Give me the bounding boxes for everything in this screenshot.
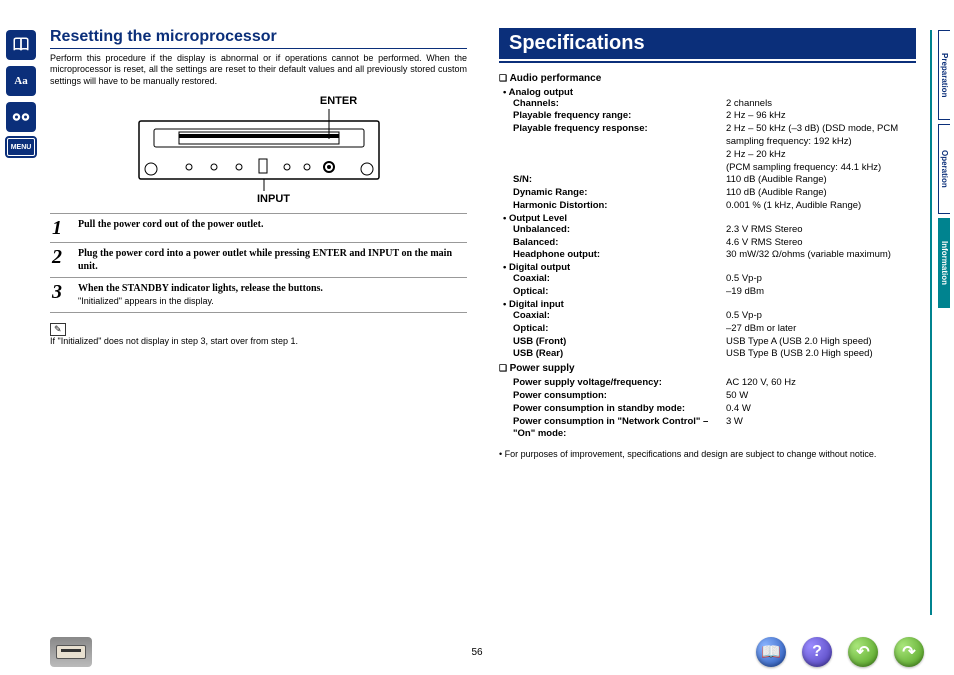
spec-key: Optical: [513, 286, 726, 299]
spec-subhead: Analog output [503, 87, 916, 98]
side-tab-operation[interactable]: Operation [938, 124, 950, 214]
spec-row: Power supply voltage/frequency:AC 120 V,… [513, 377, 916, 390]
spec-key: Optical: [513, 323, 726, 336]
spec-value: USB Type A (USB 2.0 High speed) [726, 336, 916, 349]
spec-value: –19 dBm [726, 286, 916, 299]
spec-key: Power supply voltage/frequency: [513, 377, 726, 390]
spec-key: Power consumption: [513, 390, 726, 403]
step-text-1: Pull the power cord out of the power out… [78, 219, 263, 230]
reset-steps: 1 Pull the power cord out of the power o… [50, 213, 467, 313]
spec-title: Specifications [499, 28, 916, 59]
menu-icon[interactable]: MENU [7, 138, 35, 156]
spec-key: USB (Front) [513, 336, 726, 349]
spec-row: Playable frequency response:2 Hz – 50 kH… [513, 123, 916, 149]
reset-title: Resetting the microprocessor [50, 28, 467, 49]
spec-row: Optical:–19 dBm [513, 286, 916, 299]
step-text-3: When the STANDBY indicator lights, relea… [78, 283, 323, 294]
spec-footnote: For purposes of improvement, specificati… [499, 449, 916, 459]
spec-row: S/N:110 dB (Audible Range) [513, 174, 916, 187]
spec-row: Harmonic Distortion:0.001 % (1 kHz, Audi… [513, 200, 916, 213]
spec-row: Optical:–27 dBm or later [513, 323, 916, 336]
nav-forward-icon[interactable]: ↷ [894, 637, 924, 667]
step-text-2: Plug the power cord into a power outlet … [78, 248, 452, 272]
spec-value: 0.4 W [726, 403, 916, 416]
spec-row: Power consumption in standby mode:0.4 W [513, 403, 916, 416]
spec-value: 110 dB (Audible Range) [726, 187, 916, 200]
spec-body: Audio performanceAnalog outputChannels:2… [499, 73, 916, 442]
spec-row: Playable frequency range:2 Hz – 96 kHz [513, 110, 916, 123]
spec-key: Unbalanced: [513, 224, 726, 237]
spec-value: –27 dBm or later [726, 323, 916, 336]
spec-section-head: Power supply [499, 363, 916, 374]
spec-value: 30 mW/32 Ω/ohms (variable maximum) [726, 249, 916, 262]
side-tab-preparation[interactable]: Preparation [938, 30, 950, 120]
step-num-2: 2 [52, 247, 70, 267]
spec-key: Playable frequency response: [513, 123, 726, 149]
spec-key: Playable frequency range: [513, 110, 726, 123]
spec-value: 0.5 Vp-p [726, 310, 916, 323]
nav-back-icon[interactable]: ↶ [848, 637, 878, 667]
nav-help-icon[interactable]: ? [802, 637, 832, 667]
spec-value: 0.5 Vp-p [726, 273, 916, 286]
contents-icon[interactable] [6, 30, 36, 60]
nav-contents-icon[interactable]: 📖 [756, 637, 786, 667]
spec-value: 2 Hz – 50 kHz (–3 dB) (DSD mode, PCM sam… [726, 123, 916, 149]
spec-row: USB (Rear)USB Type B (USB 2.0 High speed… [513, 348, 916, 361]
step-note-3: "Initialized" appears in the display. [78, 296, 214, 306]
step-num-1: 1 [52, 218, 70, 238]
pencil-icon: ✎ [50, 323, 66, 336]
spec-key: USB (Rear) [513, 348, 726, 361]
side-tabs: Preparation Operation Information [934, 0, 954, 675]
reset-intro: Perform this procedure if the display is… [50, 53, 467, 87]
spec-row: Headphone output:30 mW/32 Ω/ohms (variab… [513, 249, 916, 262]
input-label: INPUT [50, 193, 467, 205]
spec-value-cont: (PCM sampling frequency: 44.1 kHz) [726, 162, 916, 175]
spec-value: 110 dB (Audible Range) [726, 174, 916, 187]
spec-subhead: Digital input [503, 299, 916, 310]
spec-value: 2.3 V RMS Stereo [726, 224, 916, 237]
spec-value: 3 W [726, 416, 916, 442]
spec-key: Power consumption in standby mode: [513, 403, 726, 416]
spec-key: Coaxial: [513, 310, 726, 323]
spec-value: USB Type B (USB 2.0 High speed) [726, 348, 916, 361]
spec-key: S/N: [513, 174, 726, 187]
spec-row: Dynamic Range:110 dB (Audible Range) [513, 187, 916, 200]
spec-key: Dynamic Range: [513, 187, 726, 200]
side-tab-information[interactable]: Information [938, 218, 950, 308]
spec-value-cont: 2 Hz – 20 kHz [726, 149, 916, 162]
spec-row: Balanced:4.6 V RMS Stereo [513, 237, 916, 250]
device-diagram: ENTER INPUT [50, 95, 467, 205]
spec-key: Headphone output: [513, 249, 726, 262]
device-thumbnail[interactable] [50, 637, 92, 667]
spec-value: 2 Hz – 96 kHz [726, 110, 916, 123]
index-icon[interactable] [6, 102, 36, 132]
spec-row: USB (Front)USB Type A (USB 2.0 High spee… [513, 336, 916, 349]
spec-key: Harmonic Distortion: [513, 200, 726, 213]
spec-key: Channels: [513, 98, 726, 111]
reset-footnote-text: If "Initialized" does not display in ste… [50, 336, 298, 346]
spec-subhead: Output Level [503, 213, 916, 224]
spec-value: 2 channels [726, 98, 916, 111]
page-number: 56 [471, 647, 482, 658]
spec-row: Channels:2 channels [513, 98, 916, 111]
spec-value: 4.6 V RMS Stereo [726, 237, 916, 250]
spec-value: 50 W [726, 390, 916, 403]
spec-row: Coaxial:0.5 Vp-p [513, 310, 916, 323]
step-num-3: 3 [52, 282, 70, 302]
spec-key: Power consumption in "Network Control" –… [513, 416, 726, 442]
spec-row: Unbalanced:2.3 V RMS Stereo [513, 224, 916, 237]
spec-key: Coaxial: [513, 273, 726, 286]
glossary-icon[interactable]: Aa [6, 66, 36, 96]
spec-value: 0.001 % (1 kHz, Audible Range) [726, 200, 916, 213]
spec-row: Coaxial:0.5 Vp-p [513, 273, 916, 286]
reset-footnote: ✎ If "Initialized" does not display in s… [50, 323, 467, 346]
spec-subhead: Digital output [503, 262, 916, 273]
spec-row: Power consumption in "Network Control" –… [513, 416, 916, 442]
spec-section-head: Audio performance [499, 73, 916, 84]
spec-value: AC 120 V, 60 Hz [726, 377, 916, 390]
enter-label: ENTER [50, 95, 467, 107]
spec-row: Power consumption:50 W [513, 390, 916, 403]
spec-key: Balanced: [513, 237, 726, 250]
